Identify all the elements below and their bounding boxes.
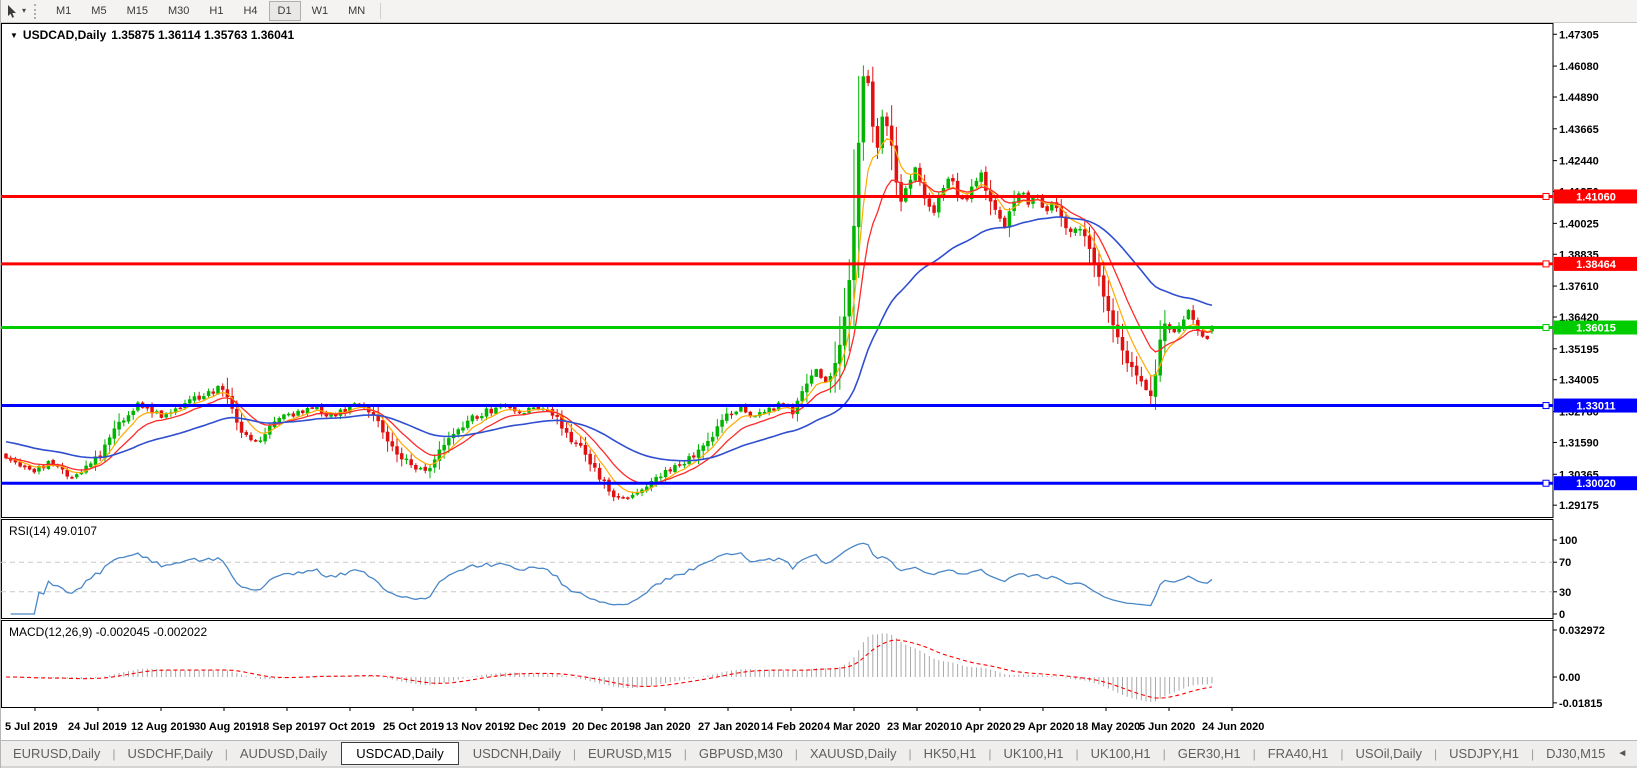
tab-USDCNH-Daily[interactable]: USDCNH,Daily: [461, 743, 573, 764]
line-anchor-1.38464[interactable]: [1543, 261, 1549, 267]
svg-text:20 Dec 2019: 20 Dec 2019: [572, 721, 635, 733]
svg-text:70: 70: [1559, 557, 1571, 569]
macd-indicator-label: MACD(12,26,9) -0.002045 -0.002022: [9, 625, 207, 639]
svg-text:25 Oct 2019: 25 Oct 2019: [383, 721, 444, 733]
svg-text:18 May 2020: 18 May 2020: [1076, 721, 1140, 733]
cursor-tool-button[interactable]: ▾: [1, 0, 30, 24]
timeframe-button-H1[interactable]: H1: [200, 1, 232, 21]
top-toolbar: ▾ M1M5M15M30H1H4D1W1MN: [1, 0, 1637, 23]
timeframe-button-H4[interactable]: H4: [234, 1, 266, 21]
svg-text:30: 30: [1559, 587, 1571, 599]
svg-text:1.43665: 1.43665: [1559, 124, 1599, 136]
svg-text:12 Aug 2019: 12 Aug 2019: [131, 721, 195, 733]
svg-text:1.37610: 1.37610: [1559, 281, 1599, 293]
svg-text:1.46080: 1.46080: [1559, 61, 1599, 73]
tab-USOil-Daily[interactable]: USOil,Daily: [1344, 743, 1434, 764]
svg-text:1.44890: 1.44890: [1559, 92, 1599, 104]
tab-AUDUSD-Daily[interactable]: AUDUSD,Daily: [228, 743, 339, 764]
toolbar-separator: [380, 3, 381, 19]
svg-text:0: 0: [1559, 609, 1565, 621]
tab-scroll-arrows: ◄ ►: [1617, 748, 1637, 759]
main-panel-frame: [2, 24, 1554, 518]
svg-text:1.40025: 1.40025: [1559, 218, 1599, 230]
toolbar-grip[interactable]: [34, 4, 40, 19]
chart-tab-bar: EURUSD,Daily|USDCHF,Daily|AUDUSD,DailyUS…: [1, 740, 1637, 766]
date-axis: 5 Jul 2019 24 Jul 2019 12 Aug 201930 Aug 2…: [5, 707, 1264, 733]
macd-axis: 0.032972 0.00 -0.01815: [1553, 625, 1605, 710]
timeframe-button-W1[interactable]: W1: [303, 1, 338, 21]
rsi-indicator-label: RSI(14) 49.0107: [9, 524, 97, 538]
timeframe-buttons: M1M5M15M30H1H4D1W1MN: [46, 1, 375, 21]
chart-title: ▼ USDCAD,Daily 1.35875 1.36114 1.35763 1…: [10, 28, 294, 42]
tab-GER30-H1[interactable]: GER30,H1: [1166, 743, 1253, 764]
chart-symbol-label: USDCAD,Daily: [23, 28, 106, 42]
svg-text:4 Mar 2020: 4 Mar 2020: [824, 721, 880, 733]
svg-text:1.35195: 1.35195: [1559, 344, 1599, 356]
metatrader-window: ▾ M1M5M15M30H1H4D1W1MN 1.47305 1.46080 1.4…: [0, 0, 1637, 768]
tab-USDCHF-Daily[interactable]: USDCHF,Daily: [116, 743, 225, 764]
svg-text:2 Dec 2019: 2 Dec 2019: [509, 721, 566, 733]
svg-text:7 Oct 2019: 7 Oct 2019: [320, 721, 375, 733]
svg-text:18 Sep 2019: 18 Sep 2019: [257, 721, 320, 733]
chart-dropdown-icon[interactable]: ▼: [10, 31, 18, 40]
price-badge-text: 1.36015: [1576, 323, 1616, 335]
tab-DJ30-M15[interactable]: DJ30,M15: [1534, 743, 1617, 764]
chart-canvas[interactable]: 1.473051.460801.448901.436651.424401.412…: [1, 23, 1637, 740]
svg-text:24 Jul 2019: 24 Jul 2019: [68, 721, 127, 733]
rsi-panel-frame: [2, 520, 1554, 619]
svg-text:23 Mar 2020: 23 Mar 2020: [887, 721, 949, 733]
svg-text:5 Jul 2019: 5 Jul 2019: [5, 721, 58, 733]
svg-text:8 Jan 2020: 8 Jan 2020: [635, 721, 691, 733]
line-anchor-1.33011[interactable]: [1543, 403, 1549, 409]
cursor-icon: [5, 4, 20, 19]
timeframe-button-M5[interactable]: M5: [82, 1, 115, 21]
svg-text:1.34005: 1.34005: [1559, 375, 1599, 387]
line-anchor-1.30020[interactable]: [1543, 480, 1549, 486]
tab-USDCAD-Daily[interactable]: USDCAD,Daily: [341, 742, 458, 765]
svg-text:29 Apr 2020: 29 Apr 2020: [1013, 721, 1074, 733]
tab-USDJPY-H1[interactable]: USDJPY,H1: [1437, 743, 1531, 764]
timeframe-button-MN[interactable]: MN: [339, 1, 374, 21]
tab-EURUSD-Daily[interactable]: EURUSD,Daily: [1, 743, 112, 764]
line-anchor-1.36015[interactable]: [1543, 325, 1549, 331]
svg-text:1.42440: 1.42440: [1559, 156, 1599, 168]
timeframe-button-D1[interactable]: D1: [269, 1, 301, 21]
timeframe-button-M30[interactable]: M30: [159, 1, 198, 21]
dropdown-caret-icon: ▾: [22, 7, 26, 15]
svg-text:-0.01815: -0.01815: [1559, 698, 1602, 710]
price-badge-text: 1.33011: [1576, 401, 1615, 413]
svg-text:13 Nov 2019: 13 Nov 2019: [446, 721, 510, 733]
timeframe-button-M1[interactable]: M1: [47, 1, 80, 21]
svg-text:100: 100: [1559, 535, 1577, 547]
svg-text:1.29175: 1.29175: [1559, 500, 1599, 512]
price-badge-text: 1.41060: [1576, 191, 1616, 203]
svg-text:24 Jun 2020: 24 Jun 2020: [1202, 721, 1264, 733]
svg-text:1.31590: 1.31590: [1559, 437, 1599, 449]
rsi-axis: 100 70 30 0: [1553, 535, 1577, 621]
price-badge-text: 1.38464: [1576, 259, 1617, 271]
svg-text:10 Apr 2020: 10 Apr 2020: [950, 721, 1011, 733]
macd-panel-frame: [2, 621, 1554, 708]
chart-tabs: EURUSD,Daily|USDCHF,Daily|AUDUSD,DailyUS…: [1, 742, 1617, 765]
price-badge-text: 1.30020: [1576, 478, 1616, 490]
svg-text:5 Jun 2020: 5 Jun 2020: [1139, 721, 1195, 733]
timeframe-button-M15[interactable]: M15: [118, 1, 157, 21]
svg-text:14 Feb 2020: 14 Feb 2020: [761, 721, 823, 733]
tab-scroll-left-icon[interactable]: ◄: [1617, 748, 1627, 759]
svg-text:27 Jan 2020: 27 Jan 2020: [698, 721, 760, 733]
svg-text:0.00: 0.00: [1559, 672, 1580, 684]
tab-UK100-H1[interactable]: UK100,H1: [1079, 743, 1163, 764]
svg-text:1.47305: 1.47305: [1559, 29, 1599, 41]
svg-text:30 Aug 2019: 30 Aug 2019: [194, 721, 258, 733]
tab-EURUSD-M15[interactable]: EURUSD,M15: [576, 743, 684, 764]
svg-text:0.032972: 0.032972: [1559, 625, 1605, 637]
tab-XAUUSD-Daily[interactable]: XAUUSD,Daily: [798, 743, 909, 764]
tab-GBPUSD-M30[interactable]: GBPUSD,M30: [687, 743, 795, 764]
tab-FRA40-H1[interactable]: FRA40,H1: [1256, 743, 1341, 764]
line-anchor-1.41060[interactable]: [1543, 193, 1549, 199]
tab-HK50-H1[interactable]: HK50,H1: [912, 743, 989, 764]
chart-ohlc-values: 1.35875 1.36114 1.35763 1.36041: [111, 28, 294, 42]
chart-window: 1.473051.460801.448901.436651.424401.412…: [1, 23, 1637, 740]
tab-UK100-H1[interactable]: UK100,H1: [992, 743, 1076, 764]
